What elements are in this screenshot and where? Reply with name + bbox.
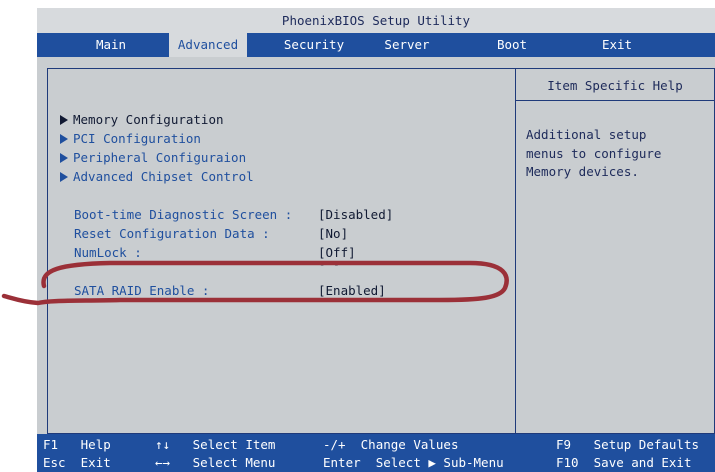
tab-exit[interactable]: Exit <box>582 33 652 57</box>
help-pane: Item Specific Help Additional setup menu… <box>515 69 714 433</box>
submenu-arrow-icon <box>60 153 68 163</box>
hidden-row-fragment: [ ] <box>318 263 341 269</box>
help-text: Additional setup menus to configure Memo… <box>526 127 662 179</box>
key-legend: F1 Help ↑↓ Select Item -/+ Change Values… <box>37 434 715 472</box>
help-heading: Item Specific Help <box>516 69 714 101</box>
hidden-row-fragment: . . . . . . . . . . <box>74 301 260 306</box>
option-numlock[interactable]: NumLock : [Off] <box>74 244 494 262</box>
legend-save-and-exit: F10 Save and Exit <box>556 455 692 470</box>
submenu-advanced-chipset-control[interactable]: Advanced Chipset Control <box>60 168 254 186</box>
bios-screen: PhoenixBIOS Setup Utility Main Advanced … <box>37 8 715 472</box>
tab-security[interactable]: Security <box>273 33 355 57</box>
legend-select-menu: ←→ Select Menu <box>155 455 276 470</box>
submenu-pci-configuration[interactable]: PCI Configuration <box>60 130 201 148</box>
menu-bar: Main Advanced Security Server Boot Exit <box>37 33 715 57</box>
submenu-arrow-icon <box>60 115 68 125</box>
option-reset-configuration-data[interactable]: Reset Configuration Data : [No] <box>74 225 494 243</box>
option-hidden-row-2: . . . . . . . . . . <box>74 301 494 306</box>
submenu-arrow-icon <box>60 172 68 182</box>
settings-panel: Memory Configuration PCI Configuration P… <box>47 68 715 434</box>
tab-advanced[interactable]: Advanced <box>169 33 247 57</box>
tab-server[interactable]: Server <box>367 33 447 57</box>
tab-boot[interactable]: Boot <box>490 33 534 57</box>
window-title: PhoenixBIOS Setup Utility <box>37 8 715 33</box>
legend-change-values: -/+ Change Values <box>323 437 459 452</box>
option-sata-raid-enable[interactable]: SATA RAID Enable : [Enabled] <box>74 282 494 300</box>
legend-help: F1 Help <box>43 437 111 452</box>
option-boot-time-diagnostic-screen[interactable]: Boot-time Diagnostic Screen : [Disabled] <box>74 206 494 224</box>
submenu-peripheral-configuration[interactable]: Peripheral Configuraion <box>60 149 246 167</box>
legend-exit: Esc Exit <box>43 455 111 470</box>
legend-select-item: ↑↓ Select Item <box>155 437 276 452</box>
submenu-memory-configuration[interactable]: Memory Configuration <box>60 111 224 129</box>
tab-main[interactable]: Main <box>53 33 169 57</box>
submenu-arrow-icon <box>60 134 68 144</box>
option-hidden-row: [ ] <box>74 263 494 269</box>
legend-setup-defaults: F9 Setup Defaults <box>556 437 699 452</box>
legend-select-submenu: Enter Select ▶ Sub-Menu <box>323 455 504 470</box>
